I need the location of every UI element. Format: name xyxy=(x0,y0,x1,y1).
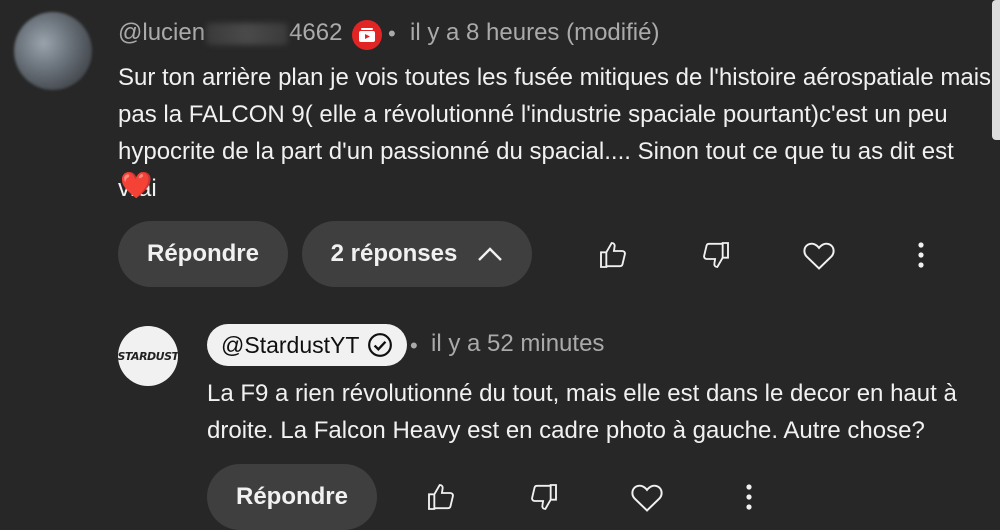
author-suffix: 4662 xyxy=(289,19,343,46)
replies-count-label: 2 réponses xyxy=(330,240,458,267)
more-vertical-icon xyxy=(746,484,752,510)
heart-button[interactable] xyxy=(792,228,846,282)
reply-reply-button[interactable]: Répondre xyxy=(207,464,377,530)
creator-avatar-text: STARDUST xyxy=(118,349,178,363)
author-prefix: @lucien xyxy=(118,19,206,46)
verified-check-icon xyxy=(368,333,393,357)
meta-separator: • xyxy=(388,21,396,46)
thumbs-up-icon xyxy=(600,242,626,268)
author-redaction xyxy=(206,22,289,45)
more-vertical-icon xyxy=(918,242,924,268)
scrollbar[interactable] xyxy=(992,0,1000,140)
heart-icon xyxy=(631,484,663,512)
member-badge-icon xyxy=(352,20,382,50)
thumbs-down-icon xyxy=(703,242,729,268)
like-button[interactable] xyxy=(586,228,640,282)
reply-reply-button-label: Répondre xyxy=(235,483,348,510)
heart-icon xyxy=(803,242,835,270)
comment-timestamp[interactable]: il y a 8 heures (modifié) xyxy=(410,19,659,47)
creator-avatar[interactable]: STARDUST xyxy=(118,326,178,386)
more-options-button[interactable] xyxy=(894,228,948,282)
reply-dislike-button[interactable] xyxy=(517,470,571,524)
reply-timestamp[interactable]: il y a 52 minutes xyxy=(431,330,604,358)
reply-like-button[interactable] xyxy=(414,470,468,524)
reply-meta-separator: • xyxy=(410,333,418,358)
reply-author: @StardustYT xyxy=(221,331,360,358)
comment-author[interactable]: @lucien 4662 xyxy=(118,19,342,47)
thumbs-up-icon xyxy=(428,484,454,510)
reply-button[interactable]: Répondre xyxy=(118,221,288,287)
replies-toggle-button[interactable]: 2 réponses xyxy=(302,221,532,287)
heart-emoji: ❤️ xyxy=(120,170,153,200)
commenter-avatar[interactable] xyxy=(14,12,92,90)
reply-more-options-button[interactable] xyxy=(722,470,776,524)
thumbs-down-icon xyxy=(531,484,557,510)
creator-author-pill[interactable]: @StardustYT xyxy=(207,324,408,366)
reply-button-label: Répondre xyxy=(146,240,259,267)
reply-heart-button[interactable] xyxy=(620,470,674,524)
reply-text: La F9 a rien révolutionné du tout, mais … xyxy=(207,380,957,444)
comment-text: Sur ton arrière plan je vois toutes les … xyxy=(118,64,992,202)
dislike-button[interactable] xyxy=(689,228,743,282)
chevron-up-icon xyxy=(478,247,503,261)
